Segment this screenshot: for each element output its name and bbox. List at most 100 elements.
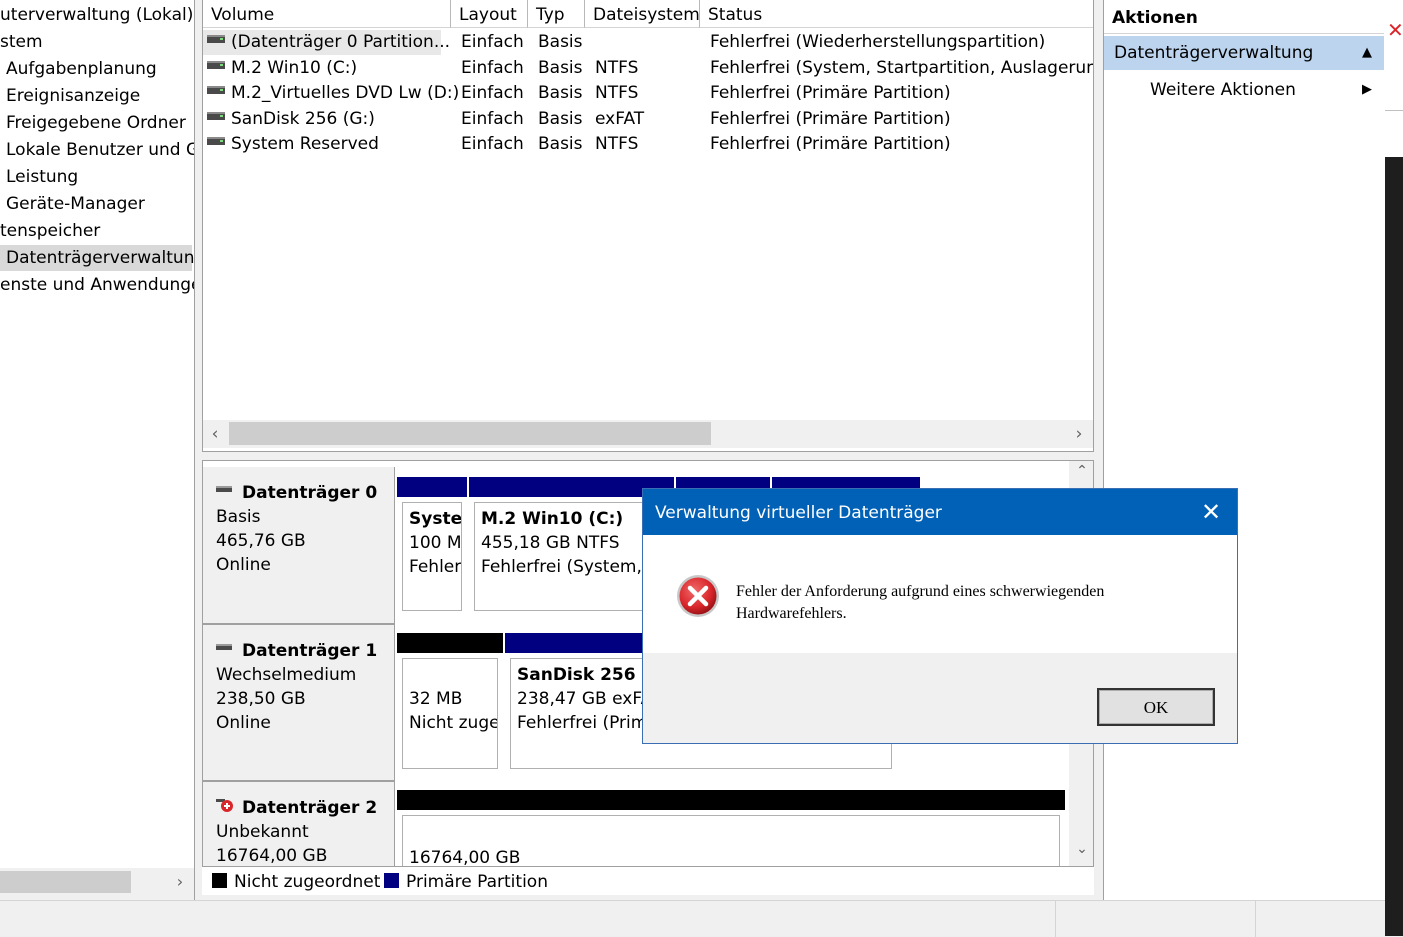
tree-scroll-right-icon[interactable]: ›: [170, 870, 190, 894]
disk-icon: [216, 486, 232, 492]
volume-icon: [207, 86, 225, 94]
ok-button[interactable]: OK: [1097, 688, 1215, 726]
column-header-layout[interactable]: Layout: [451, 0, 528, 28]
scroll-down-icon[interactable]: ⌄: [1073, 841, 1091, 861]
disk-type: Basis: [216, 507, 261, 527]
scroll-right-icon[interactable]: ›: [1071, 422, 1087, 446]
volume-name-cell: M.2 Win10 (C:): [203, 56, 357, 81]
volume-filesystem: NTFS: [595, 83, 639, 103]
partition-size: 100 M: [409, 533, 462, 553]
tree-item-shared-folders[interactable]: Freigegebene Ordner: [6, 110, 186, 136]
partition-name: M.2 Win10 (C:): [481, 509, 624, 529]
legend-label-primary: Primäre Partition: [406, 872, 548, 892]
partition-system-reserved[interactable]: Syster 100 M Fehler: [397, 477, 467, 615]
dialog-button-area: OK: [643, 653, 1237, 743]
actions-section-disk-management[interactable]: Datenträgerverwaltung ▲: [1104, 36, 1384, 70]
volume-layout: Einfach: [461, 32, 524, 52]
column-header-volume[interactable]: Volume: [203, 0, 451, 28]
disk-1-label[interactable]: Datenträger 1 Wechselmedium 238,50 GB On…: [203, 625, 395, 782]
scroll-left-icon[interactable]: ‹: [207, 422, 223, 446]
volume-layout: Einfach: [461, 58, 524, 78]
disk-state: Online: [216, 555, 271, 575]
volume-icon: [207, 61, 225, 69]
tree-splitter[interactable]: [194, 0, 202, 900]
error-icon: [677, 575, 719, 617]
disk-state: Online: [216, 713, 271, 733]
dialog-title: Verwaltung virtueller Datenträger: [655, 503, 942, 523]
partition-status: Fehlerfrei (System, S: [481, 557, 659, 577]
tree-item-computer-management[interactable]: uterverwaltung (Lokal): [0, 2, 193, 28]
volume-status: Fehlerfrei (Wiederherstellungspartition): [710, 32, 1046, 52]
tree-item-performance[interactable]: Leistung: [6, 164, 78, 190]
volume-scrollbar-thumb[interactable]: [229, 422, 711, 445]
volume-status: Fehlerfrei (Primäre Partition): [710, 83, 951, 103]
tree-item-device-manager[interactable]: Geräte-Manager: [6, 191, 145, 217]
disk-icon: [216, 644, 232, 650]
disk-size: 16764,00 GB: [216, 846, 328, 866]
tree-scrollbar-thumb[interactable]: [0, 871, 131, 893]
partition-bar: [397, 790, 1065, 810]
more-actions-label: Weitere Aktionen: [1150, 80, 1296, 100]
status-divider: [1055, 901, 1056, 937]
partition-status: Nicht zuge: [409, 713, 498, 733]
column-header-status[interactable]: Status: [700, 0, 1093, 28]
volume-icon: [207, 35, 225, 43]
tree-item-services-applications[interactable]: enste und Anwendungen: [0, 272, 194, 298]
disk-title: Datenträger 1: [242, 641, 378, 661]
volume-type: Basis: [538, 32, 583, 52]
disk-title: Datenträger 2: [242, 798, 378, 818]
partition-name: Syster: [409, 509, 462, 529]
disk-type: Wechselmedium: [216, 665, 357, 685]
console-tree: uterverwaltung (Lokal) stem Aufgabenplan…: [0, 0, 194, 868]
partition-unallocated[interactable]: 32 MB Nicht zuge: [397, 633, 503, 773]
partition-size: 32 MB: [409, 689, 463, 709]
volume-row[interactable]: System Reserved Einfach Basis NTFS Fehle…: [203, 132, 1093, 157]
scroll-up-icon[interactable]: ⌃: [1073, 463, 1091, 483]
volume-icon: [207, 112, 225, 120]
volume-row[interactable]: SanDisk 256 (G:) Einfach Basis exFAT Feh…: [203, 107, 1093, 132]
tree-item-disk-management[interactable]: Datenträgerverwaltung: [0, 245, 194, 271]
partition-status: Fehler: [409, 557, 462, 577]
volume-type: Basis: [538, 109, 583, 129]
volume-layout: Einfach: [461, 134, 524, 154]
disk-size: 238,50 GB: [216, 689, 306, 709]
volume-type: Basis: [538, 134, 583, 154]
status-bar: [0, 900, 1385, 937]
tree-item-task-scheduler[interactable]: Aufgabenplanung: [6, 56, 157, 82]
volume-filesystem: NTFS: [595, 58, 639, 78]
actions-title: Aktionen: [1104, 0, 1384, 34]
volume-row[interactable]: M.2 Win10 (C:) Einfach Basis NTFS Fehler…: [203, 56, 1094, 81]
dialog-title-bar[interactable]: Verwaltung virtueller Datenträger: [643, 489, 1237, 535]
volume-status: Fehlerfrei (System, Startpartition, Ausl…: [710, 58, 1094, 78]
tree-item-event-viewer[interactable]: Ereignisanzeige: [6, 83, 140, 109]
dialog-close-icon[interactable]: ✕: [1195, 497, 1227, 527]
tree-item-local-users[interactable]: Lokale Benutzer und Gru: [6, 137, 194, 163]
volume-status: Fehlerfrei (Primäre Partition): [710, 109, 951, 129]
column-header-filesystem[interactable]: Dateisystem: [585, 0, 700, 28]
volume-status: Fehlerfrei (Primäre Partition): [710, 134, 951, 154]
background-divider: [1385, 110, 1403, 111]
background-close-icon: ✕: [1387, 18, 1403, 42]
volume-layout: Einfach: [461, 83, 524, 103]
volume-name-cell: SanDisk 256 (G:): [203, 107, 375, 132]
tree-item-system[interactable]: stem: [0, 29, 43, 55]
partition-bar: [397, 633, 503, 653]
actions-pane: Aktionen Datenträgerverwaltung ▲ Weitere…: [1103, 0, 1385, 900]
disk-title: Datenträger 0: [242, 483, 378, 503]
volume-type: Basis: [538, 83, 583, 103]
submenu-arrow-icon: ▶: [1362, 82, 1372, 97]
volume-row[interactable]: M.2_Virtuelles DVD Lw (D:) Einfach Basis…: [203, 81, 1093, 106]
more-actions-item[interactable]: Weitere Aktionen ▶: [1150, 76, 1380, 104]
volume-layout: Einfach: [461, 109, 524, 129]
volume-name-cell: (Datenträger 0 Partition...: [203, 30, 450, 55]
collapse-up-icon[interactable]: ▲: [1362, 36, 1372, 70]
error-dialog: Verwaltung virtueller Datenträger ✕ Fehl…: [642, 488, 1238, 744]
volume-name-cell: M.2_Virtuelles DVD Lw (D:): [203, 81, 459, 106]
volume-row[interactable]: (Datenträger 0 Partition... Einfach Basi…: [203, 30, 1093, 55]
tree-item-storage[interactable]: tenspeicher: [0, 218, 100, 244]
disk-0-label[interactable]: Datenträger 0 Basis 465,76 GB Online: [203, 467, 395, 625]
column-header-type[interactable]: Typ: [528, 0, 585, 28]
background-window-top: ✕: [1385, 0, 1403, 157]
actions-section-label: Datenträgerverwaltung: [1114, 43, 1314, 63]
volume-filesystem: NTFS: [595, 134, 639, 154]
